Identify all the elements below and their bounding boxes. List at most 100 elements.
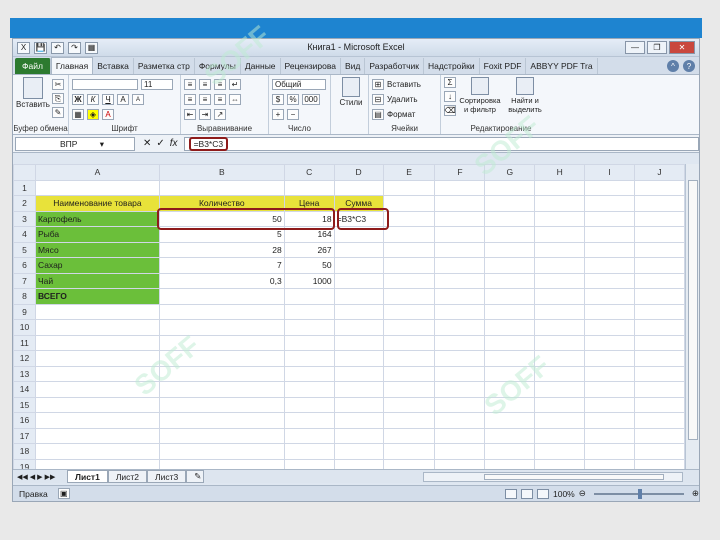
delete-cells-button[interactable]: Удалить <box>387 95 418 104</box>
cell[interactable] <box>534 443 586 460</box>
zoom-level[interactable]: 100% <box>553 489 575 499</box>
cell[interactable] <box>333 412 384 429</box>
tab-view[interactable]: Вид <box>341 58 366 74</box>
cell[interactable] <box>158 334 285 351</box>
cell[interactable] <box>34 303 160 320</box>
styles-button[interactable]: Стили <box>334 77 368 107</box>
indent-decrease-icon[interactable]: ⇤ <box>184 109 196 120</box>
cell[interactable] <box>158 396 285 413</box>
cell[interactable] <box>434 195 486 212</box>
cell[interactable] <box>534 365 586 382</box>
minimize-button[interactable]: — <box>625 41 645 54</box>
select-all-corner[interactable] <box>13 164 36 181</box>
cell[interactable] <box>534 350 586 367</box>
column-header[interactable]: H <box>534 164 586 181</box>
cell[interactable] <box>34 179 160 196</box>
tab-addins[interactable]: Надстройки <box>424 58 480 74</box>
cell[interactable] <box>382 412 436 429</box>
number-format-select[interactable]: Общий <box>272 79 326 90</box>
horizontal-scrollbar[interactable] <box>423 471 683 482</box>
cell[interactable] <box>333 179 384 196</box>
name-box[interactable]: ВПР ▾ <box>15 136 135 151</box>
row-header[interactable]: 15 <box>13 396 36 413</box>
cell[interactable] <box>382 334 436 351</box>
cell[interactable] <box>158 381 285 398</box>
cell[interactable] <box>283 381 335 398</box>
cell[interactable] <box>434 365 486 382</box>
cell[interactable] <box>333 241 384 258</box>
cancel-formula-button[interactable]: ✕ <box>143 138 151 149</box>
cell[interactable] <box>34 381 160 398</box>
cell[interactable] <box>584 241 636 258</box>
bold-button[interactable]: Ж <box>72 94 84 105</box>
cell[interactable] <box>34 443 160 460</box>
cell[interactable] <box>434 303 486 320</box>
clear-icon[interactable]: ⌫ <box>444 105 456 116</box>
cell[interactable] <box>382 272 436 289</box>
prev-sheet-icon[interactable]: ◀ <box>30 473 35 481</box>
merge-icon[interactable]: ⇔ <box>229 94 241 105</box>
row-header[interactable]: 10 <box>13 319 36 336</box>
cell[interactable] <box>534 195 586 212</box>
cell[interactable] <box>34 427 160 444</box>
cell[interactable] <box>382 210 436 227</box>
column-header[interactable]: A <box>34 164 160 181</box>
align-center-icon[interactable]: ≡ <box>199 94 211 105</box>
cell[interactable]: Картофель <box>34 210 160 227</box>
cell[interactable] <box>434 427 486 444</box>
cell[interactable] <box>434 241 486 258</box>
font-color-icon[interactable]: A <box>102 109 114 120</box>
cell[interactable] <box>158 288 285 305</box>
cell[interactable]: 0,3 <box>158 272 285 289</box>
cell[interactable] <box>434 381 486 398</box>
cell[interactable] <box>333 396 384 413</box>
cell[interactable]: 1000 <box>283 272 335 289</box>
row-header[interactable]: 5 <box>13 241 36 258</box>
increase-decimal-icon[interactable]: + <box>272 109 284 120</box>
cell[interactable] <box>283 427 335 444</box>
cell[interactable] <box>434 179 486 196</box>
cell[interactable] <box>283 334 335 351</box>
formula-input[interactable]: =B3*C3 <box>183 136 699 151</box>
tab-formulas[interactable]: Формулы <box>195 58 241 74</box>
cell[interactable] <box>382 396 436 413</box>
row-header[interactable]: 8 <box>13 288 36 305</box>
cell[interactable] <box>333 288 384 305</box>
cell[interactable] <box>584 303 636 320</box>
indent-increase-icon[interactable]: ⇥ <box>199 109 211 120</box>
cell[interactable] <box>382 427 436 444</box>
cell[interactable] <box>382 195 436 212</box>
cell[interactable] <box>333 319 384 336</box>
cell[interactable] <box>634 381 685 398</box>
percent-button[interactable]: % <box>287 94 299 105</box>
tab-abbyy[interactable]: ABBYY PDF Tra <box>526 58 598 74</box>
cell[interactable] <box>634 443 685 460</box>
cell[interactable] <box>484 365 536 382</box>
column-header[interactable]: G <box>484 164 536 181</box>
align-left-icon[interactable]: ≡ <box>184 94 196 105</box>
cell[interactable] <box>534 412 586 429</box>
cell[interactable] <box>484 195 536 212</box>
tab-page-layout[interactable]: Разметка стр <box>134 58 195 74</box>
cell[interactable] <box>158 427 285 444</box>
cell[interactable] <box>584 226 636 243</box>
cell[interactable] <box>333 365 384 382</box>
align-right-icon[interactable]: ≡ <box>214 94 226 105</box>
cell[interactable] <box>584 365 636 382</box>
save-icon[interactable]: 💾 <box>34 41 47 54</box>
cell[interactable] <box>333 303 384 320</box>
cell[interactable] <box>382 179 436 196</box>
row-header[interactable]: 2 <box>13 195 36 212</box>
cell[interactable] <box>634 365 685 382</box>
column-header[interactable]: D <box>333 164 384 181</box>
cell[interactable] <box>634 257 685 274</box>
scroll-thumb[interactable] <box>688 180 698 440</box>
cell[interactable] <box>584 195 636 212</box>
cell[interactable]: Сахар <box>34 257 160 274</box>
cell[interactable] <box>584 381 636 398</box>
tab-review[interactable]: Рецензирова <box>281 58 342 74</box>
cell[interactable] <box>484 319 536 336</box>
fill-color-icon[interactable]: ◈ <box>87 109 99 120</box>
font-name-select[interactable] <box>72 79 138 90</box>
cell[interactable] <box>34 412 160 429</box>
